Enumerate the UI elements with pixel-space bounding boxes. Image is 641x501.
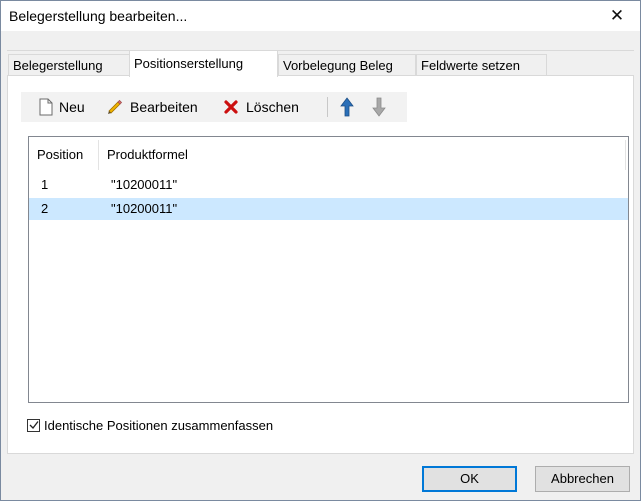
cell-produktformel: "10200011" bbox=[111, 201, 178, 216]
tab-feldwerte-setzen[interactable]: Feldwerte setzen bbox=[416, 54, 547, 75]
merge-identical-option[interactable]: Identische Positionen zusammenfassen bbox=[27, 415, 273, 435]
cell-produktformel: "10200011" bbox=[111, 177, 178, 192]
new-document-icon bbox=[39, 98, 53, 116]
toolbar: Neu Bearbeiten Löschen bbox=[21, 92, 407, 122]
merge-identical-label: Identische Positionen zusammenfassen bbox=[44, 417, 274, 433]
toolbar-separator bbox=[327, 97, 328, 117]
cell-position: 1 bbox=[41, 177, 49, 192]
positions-grid[interactable]: Position Produktformel 1 "10200011" 2 "1… bbox=[28, 136, 629, 403]
tab-strip-line bbox=[7, 50, 634, 51]
edit-button-label: Bearbeiten bbox=[130, 99, 198, 115]
merge-identical-checkbox[interactable] bbox=[27, 418, 40, 432]
column-header-position[interactable]: Position bbox=[29, 137, 99, 173]
close-button[interactable]: ✕ bbox=[594, 1, 640, 31]
tab-belegerstellung[interactable]: Belegerstellung bbox=[8, 54, 130, 75]
delete-button[interactable]: Löschen bbox=[223, 92, 299, 122]
delete-button-label: Löschen bbox=[246, 99, 299, 115]
grid-header: Position Produktformel bbox=[29, 137, 628, 173]
window-title: Belegerstellung bearbeiten... bbox=[9, 8, 188, 24]
title-bar[interactable]: Belegerstellung bearbeiten... ✕ bbox=[1, 1, 640, 31]
tab-positionserstellung[interactable]: Positionserstellung bbox=[129, 50, 278, 77]
dialog-window: Belegerstellung bearbeiten... ✕ Belegers… bbox=[0, 0, 641, 501]
arrow-up-icon bbox=[340, 97, 354, 117]
edit-button[interactable]: Bearbeiten bbox=[106, 92, 198, 122]
red-x-icon bbox=[223, 99, 239, 115]
new-button[interactable]: Neu bbox=[39, 92, 85, 122]
table-row[interactable]: 1 "10200011" bbox=[29, 174, 628, 196]
arrow-down-icon bbox=[372, 97, 386, 117]
checkmark-icon bbox=[29, 420, 39, 429]
table-row-selected[interactable]: 2 "10200011" bbox=[29, 198, 628, 220]
move-up-button[interactable] bbox=[340, 92, 354, 122]
new-button-label: Neu bbox=[59, 99, 85, 115]
cell-position: 2 bbox=[41, 201, 49, 216]
pencil-icon bbox=[106, 98, 124, 116]
column-divider bbox=[625, 140, 626, 170]
tab-vorbelegung-beleg[interactable]: Vorbelegung Beleg bbox=[278, 54, 416, 75]
column-header-produktformel[interactable]: Produktformel bbox=[99, 137, 628, 173]
cancel-button[interactable]: Abbrechen bbox=[535, 466, 630, 492]
ok-button[interactable]: OK bbox=[422, 466, 517, 492]
move-down-button[interactable] bbox=[372, 92, 386, 122]
